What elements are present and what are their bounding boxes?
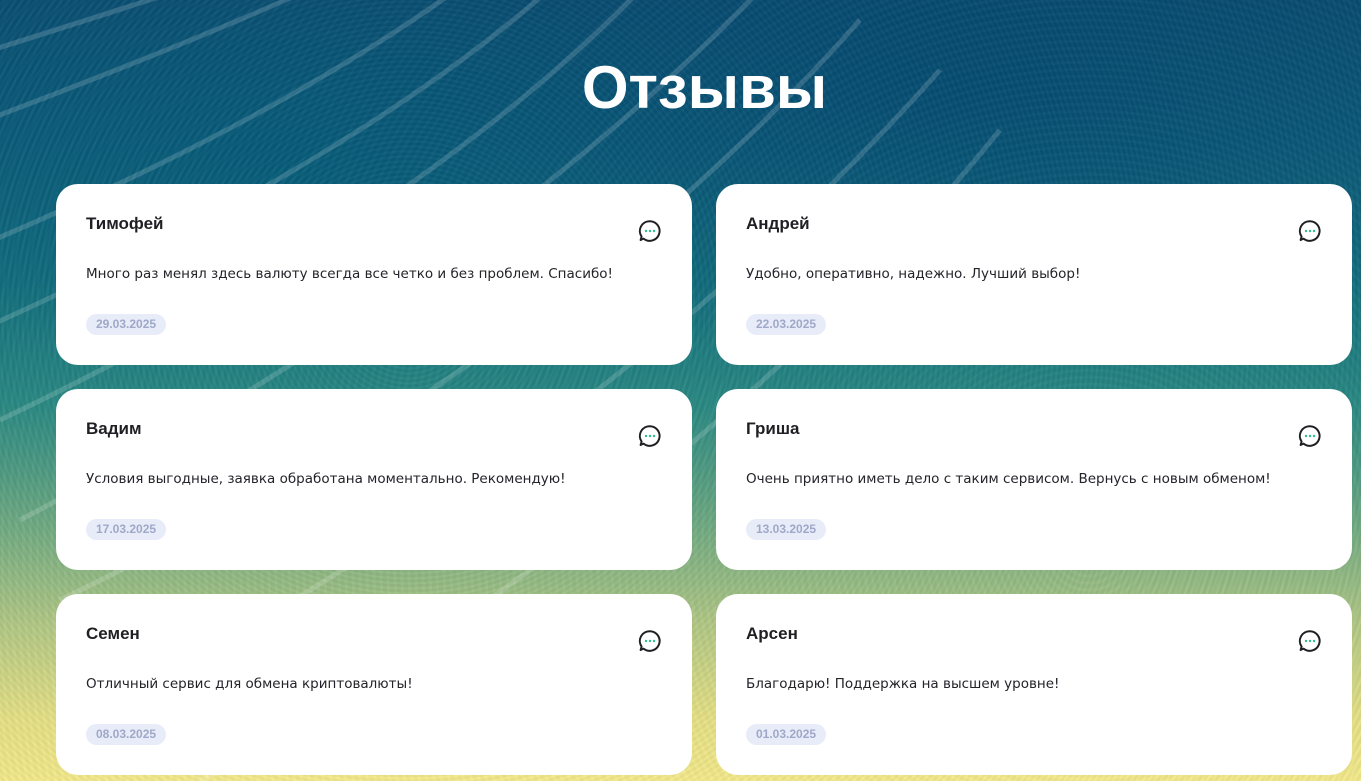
review-date-badge: 22.03.2025 (746, 314, 827, 335)
review-author: Семен (86, 624, 140, 643)
review-date-badge: 13.03.2025 (746, 519, 827, 540)
page-title: Отзывы (581, 54, 828, 121)
review-author: Вадим (86, 419, 142, 438)
review-card: Гриша Очень приятно иметь дело с таким с… (716, 389, 1352, 570)
chat-bubble-icon (638, 425, 661, 447)
review-card: Андрей Удобно, оперативно, надежно. Лучш… (716, 184, 1352, 365)
review-card: Вадим Условия выгодные, заявка обработан… (56, 389, 692, 570)
review-date-badge: 08.03.2025 (86, 724, 167, 745)
reviews-grid: Тимофей Много раз менял здесь валюту все… (56, 184, 1352, 775)
review-date-badge: 17.03.2025 (86, 519, 167, 540)
review-author: Гриша (746, 419, 800, 438)
review-text: Очень приятно иметь дело с таким сервисо… (746, 471, 1271, 487)
review-text: Условия выгодные, заявка обработана моме… (86, 471, 566, 487)
review-author: Тимофей (86, 214, 164, 233)
review-date-badge: 01.03.2025 (746, 724, 827, 745)
review-card: Семен Отличный сервис для обмена криптов… (56, 594, 692, 775)
review-text: Много раз менял здесь валюту всегда все … (86, 266, 613, 282)
chat-bubble-icon (1298, 425, 1321, 447)
chat-bubble-icon (638, 220, 661, 242)
review-text: Благодарю! Поддержка на высшем уровне! (746, 676, 1060, 692)
review-card: Тимофей Много раз менял здесь валюту все… (56, 184, 692, 365)
review-date-badge: 29.03.2025 (86, 314, 167, 335)
chat-bubble-icon (1298, 220, 1321, 242)
review-author: Андрей (746, 214, 810, 233)
chat-bubble-icon (1298, 630, 1321, 652)
review-card: Арсен Благодарю! Поддержка на высшем уро… (716, 594, 1352, 775)
review-text: Отличный сервис для обмена криптовалюты! (86, 676, 413, 692)
review-text: Удобно, оперативно, надежно. Лучший выбо… (746, 266, 1081, 282)
review-author: Арсен (746, 624, 798, 643)
chat-bubble-icon (638, 630, 661, 652)
